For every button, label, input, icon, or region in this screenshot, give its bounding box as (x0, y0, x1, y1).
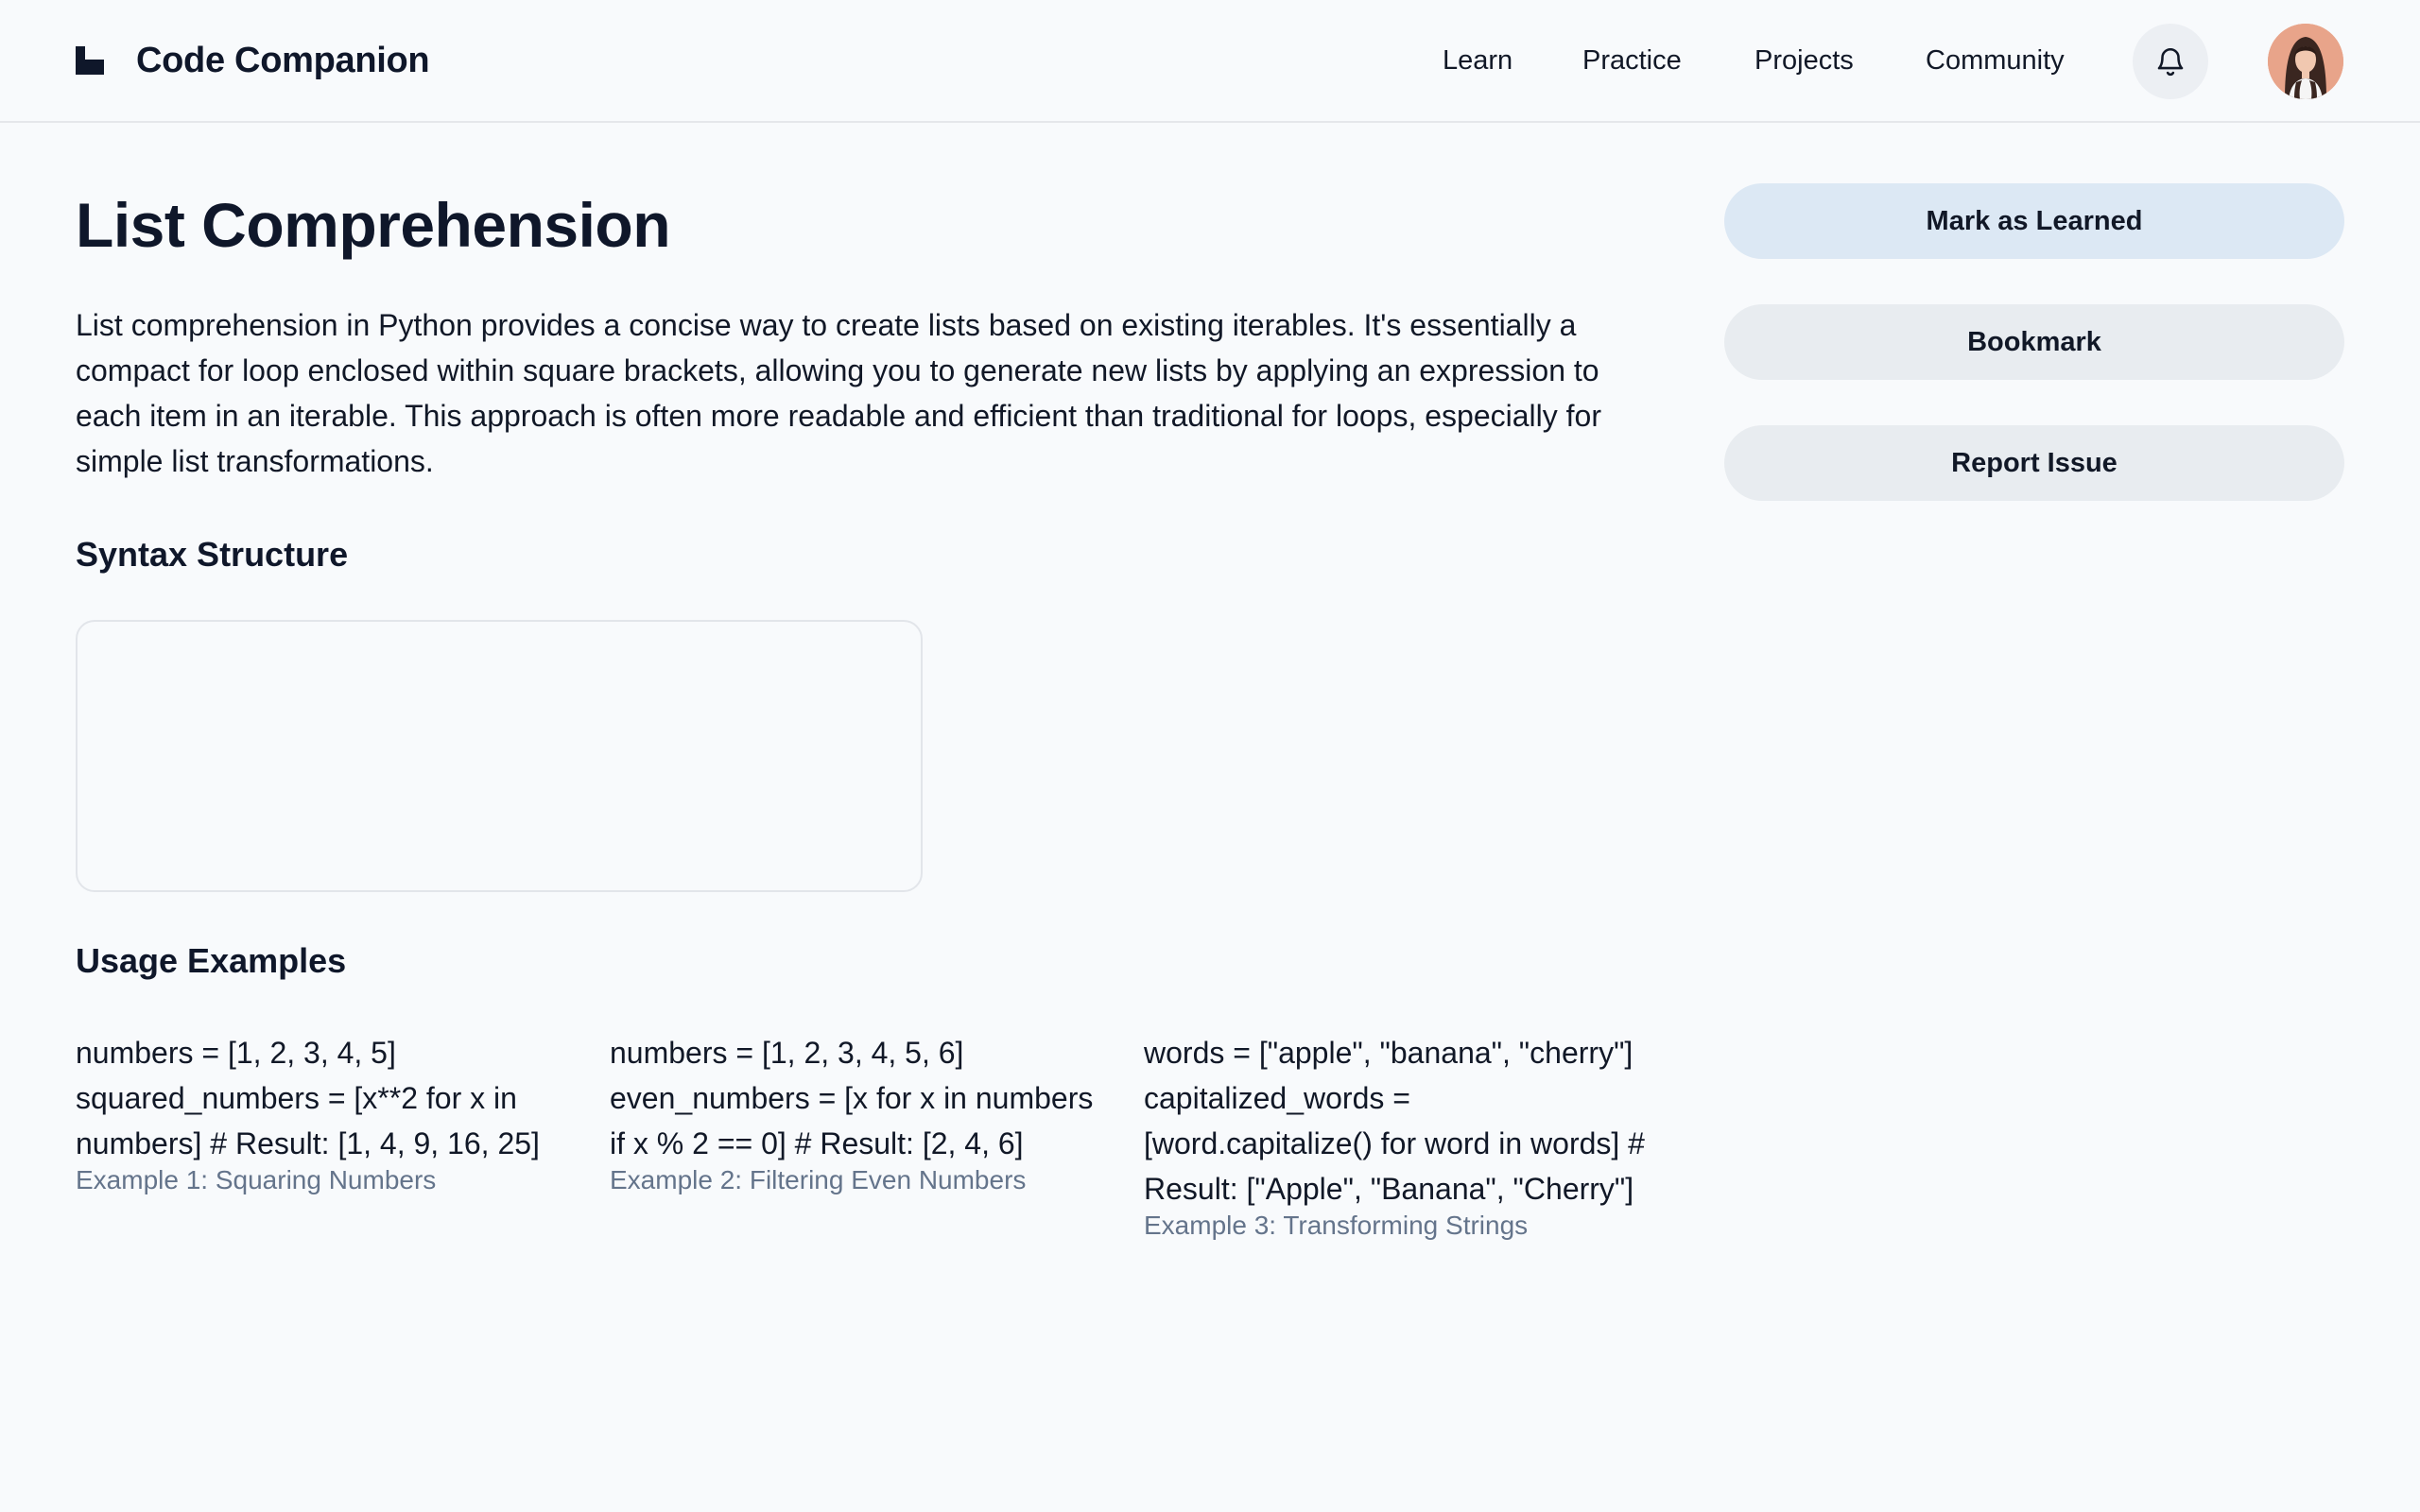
examples-heading: Usage Examples (76, 941, 347, 980)
brand[interactable]: Code Companion (76, 36, 430, 85)
example-card: words = ["apple", "banana", "cherry"] ca… (1144, 1030, 1645, 1242)
nav-item-projects[interactable]: Projects (1754, 40, 1854, 81)
example-caption: Example 2: Filtering Even Numbers (610, 1165, 1027, 1194)
nav-item-learn[interactable]: Learn (1443, 40, 1512, 81)
bell-icon (2157, 48, 2184, 77)
bookmark-button[interactable]: Bookmark (1724, 304, 2344, 380)
nav-item-community[interactable]: Community (1926, 40, 2065, 81)
example-code: numbers = [1, 2, 3, 4, 5] squared_number… (76, 1036, 540, 1160)
page-title: List Comprehension (76, 190, 671, 260)
example-card: numbers = [1, 2, 3, 4, 5] squared_number… (76, 1030, 577, 1196)
mark-as-learned-button[interactable]: Mark as Learned (1724, 183, 2344, 259)
syntax-diagram-box (76, 620, 923, 892)
example-caption: Example 3: Transforming Strings (1144, 1211, 1529, 1240)
user-avatar[interactable] (2268, 24, 2343, 99)
top-navigation-bar: Code Companion Learn Practice Projects C… (0, 0, 2420, 123)
notifications-button[interactable] (2133, 24, 2208, 99)
app-logo-icon (76, 46, 104, 75)
profile-photo (2268, 24, 2343, 99)
example-caption: Example 1: Squaring Numbers (76, 1165, 437, 1194)
app-name: Code Companion (136, 40, 430, 80)
report-issue-button[interactable]: Report Issue (1724, 425, 2344, 501)
nav-item-practice[interactable]: Practice (1582, 40, 1682, 81)
example-card: numbers = [1, 2, 3, 4, 5, 6] even_number… (610, 1030, 1111, 1196)
example-code: words = ["apple", "banana", "cherry"] ca… (1144, 1036, 1645, 1206)
lesson-description: List comprehension in Python provides a … (76, 308, 1601, 478)
syntax-heading: Syntax Structure (76, 535, 349, 574)
example-code: numbers = [1, 2, 3, 4, 5, 6] even_number… (610, 1036, 1094, 1160)
